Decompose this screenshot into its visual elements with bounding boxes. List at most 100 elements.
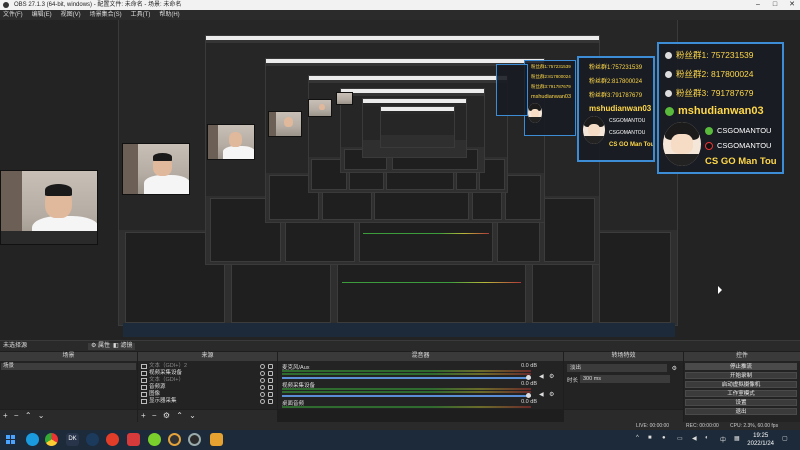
menu-help[interactable]: 帮助(H) (159, 10, 179, 20)
notification-icon[interactable]: ▢ (782, 435, 788, 442)
network-icon[interactable]: ▭ (677, 435, 683, 442)
transitions-dock-header: 转场特效 (564, 352, 683, 361)
lock-icon[interactable] (268, 364, 273, 369)
add-source-button[interactable]: + (141, 411, 146, 420)
tray-app-icon[interactable]: ■ (648, 435, 652, 441)
visibility-eye-icon[interactable] (260, 385, 265, 390)
move-up-icon[interactable]: ⌃ (25, 411, 32, 420)
visibility-eye-icon[interactable] (260, 392, 265, 397)
camera-icon (141, 371, 147, 376)
tray-app-icon-2[interactable]: ● (662, 435, 666, 441)
qq-penguin-icon (665, 90, 672, 98)
source-item[interactable]: 视频采集设备 (140, 370, 275, 377)
tray-chevron-icon[interactable]: ^ (636, 435, 639, 441)
mouse-cursor-icon (718, 286, 722, 294)
obs-icon[interactable] (188, 433, 201, 446)
speaker-icon[interactable]: ◀ (539, 374, 545, 380)
green-app-icon[interactable] (148, 433, 161, 446)
visibility-eye-icon[interactable] (260, 364, 265, 369)
windows-icon[interactable] (4, 433, 17, 446)
transition-select[interactable]: 淡出 (567, 364, 667, 372)
visibility-eye-icon[interactable] (260, 399, 265, 404)
webcam-feed-5 (308, 99, 332, 117)
speaker-icon[interactable]: ◀ (539, 392, 545, 398)
sources-list: 文本（GDI+）2 视频采集设备 文本（GDI+） 音频源 图像 显示器采集 (138, 361, 277, 409)
red-app-icon[interactable] (127, 433, 140, 446)
app-icon[interactable]: DK (66, 433, 79, 446)
webcam-feed-1 (0, 170, 98, 245)
language-icon[interactable]: 中 (720, 435, 726, 444)
image-icon (141, 392, 147, 397)
nested-obs-frame-7 (380, 106, 455, 148)
scenes-list: 场景 (0, 361, 137, 409)
source-item[interactable]: 文本（GDI+）2 (140, 363, 275, 370)
duration-label: 时长 (567, 378, 579, 384)
title-bar: OBS 27.1.3 (64-bit, windows) - 配置文件: 未命名… (0, 0, 800, 10)
gear-icon[interactable]: ⚙ (672, 365, 677, 372)
webcam-feed-3 (207, 124, 255, 160)
exit-button[interactable]: 退出 (685, 408, 797, 415)
close-icon[interactable]: ✕ (784, 0, 800, 10)
gear-icon[interactable]: ⚙ (549, 392, 555, 398)
mixer-channel: 桌面音频 0.0 dB (282, 399, 537, 408)
menu-bar: 文件(F) 编辑(E) 视图(V) 场景集合(S) 工具(T) 帮助(H) (0, 10, 800, 20)
lock-icon[interactable] (268, 371, 273, 376)
source-item[interactable]: 文本（GDI+） (140, 377, 275, 384)
lock-icon[interactable] (268, 378, 273, 383)
volume-icon[interactable]: ◀ (692, 435, 697, 442)
mixer-dock-header: 混音器 (278, 352, 563, 361)
lock-icon[interactable] (268, 385, 273, 390)
duration-input[interactable]: 300 ms (580, 375, 670, 383)
volume-slider[interactable] (282, 377, 531, 379)
move-down-icon[interactable]: ⌄ (189, 411, 196, 420)
csgo-icon[interactable] (210, 433, 223, 446)
edge-icon[interactable] (26, 433, 39, 446)
studio-mode-button[interactable]: 工作室模式 (685, 390, 797, 397)
steam-icon[interactable] (86, 433, 99, 446)
settings-button[interactable]: 设置 (685, 399, 797, 406)
source-item[interactable]: 图像 (140, 391, 275, 398)
stream-info-overlay: 粉丝群1: 757231539 粉丝群2: 817800024 粉丝群3: 79… (657, 42, 784, 174)
add-scene-button[interactable]: + (3, 411, 8, 420)
menu-edit[interactable]: 编辑(E) (32, 10, 52, 20)
wechat-icon (665, 106, 674, 116)
minimize-icon[interactable]: – (750, 0, 766, 10)
move-up-icon[interactable]: ⌃ (176, 411, 183, 420)
menu-file[interactable]: 文件(F) (3, 10, 23, 20)
stop-streaming-button[interactable]: 停止推流 (685, 363, 797, 370)
maximize-icon[interactable]: □ (767, 0, 783, 10)
chrome-icon[interactable] (45, 433, 58, 446)
filters-button[interactable]: ◧ 滤镜 (110, 343, 136, 350)
game-icon[interactable] (168, 433, 181, 446)
menu-view[interactable]: 视图(V) (61, 10, 81, 20)
remove-source-button[interactable]: − (152, 411, 157, 420)
menu-scene-collection[interactable]: 场景集合(S) (90, 10, 122, 20)
start-virtual-camera-button[interactable]: 启动虚拟摄像机 (685, 381, 797, 388)
tray-app-icon-3[interactable]: ◐ (705, 435, 709, 441)
wechat-icon (705, 127, 713, 136)
lock-icon[interactable] (268, 399, 273, 404)
nested-taskbar (123, 323, 675, 337)
source-settings-gear-icon[interactable]: ⚙ (163, 411, 170, 420)
scene-item[interactable]: 场景 (1, 363, 136, 370)
clock-date: 2022/1/24 (747, 441, 774, 447)
douyin-id: CSGOMANTOU (705, 141, 771, 151)
volume-slider-handle[interactable] (526, 375, 531, 380)
source-item[interactable]: 显示器采集 (140, 398, 275, 405)
start-recording-button[interactable]: 开始录制 (685, 372, 797, 379)
volume-slider[interactable] (282, 395, 531, 397)
preview-canvas[interactable]: 粉丝群1: 757231539 粉丝群2: 817800024 粉丝群3: 79… (0, 20, 800, 340)
visibility-eye-icon[interactable] (260, 378, 265, 383)
move-down-icon[interactable]: ⌄ (38, 411, 45, 420)
text-icon (141, 364, 147, 369)
lock-icon[interactable] (268, 392, 273, 397)
visibility-eye-icon[interactable] (260, 371, 265, 376)
source-item[interactable]: 音频源 (140, 384, 275, 391)
taskbar-clock[interactable]: 19:25 2022/1/24 (747, 432, 774, 448)
volume-slider-handle[interactable] (526, 393, 531, 398)
menu-tools[interactable]: 工具(T) (131, 10, 151, 20)
remove-scene-button[interactable]: − (14, 411, 19, 420)
gear-icon[interactable]: ⚙ (549, 374, 555, 380)
netease-music-icon[interactable] (106, 433, 119, 446)
input-method-icon[interactable]: ▦ (734, 435, 740, 442)
